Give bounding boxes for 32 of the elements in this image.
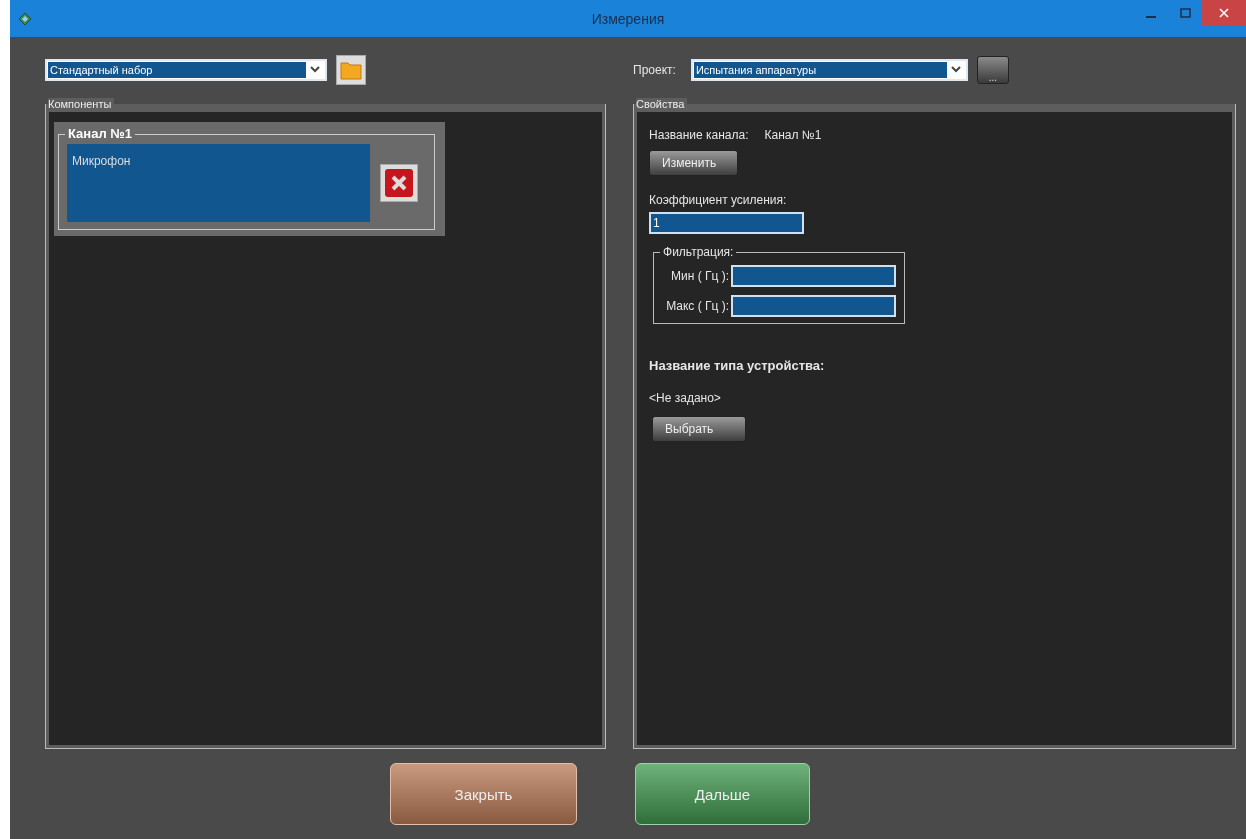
next-button[interactable]: Дальше: [635, 763, 810, 825]
gain-label: Коэффициент усиления:: [649, 193, 787, 207]
delete-button[interactable]: [380, 164, 418, 202]
component-item[interactable]: Микрофон: [67, 144, 370, 222]
maximize-icon: [1179, 8, 1191, 18]
close-button[interactable]: Закрыть: [390, 763, 577, 825]
minimize-icon: [1146, 16, 1156, 18]
channel-title: Канал №1: [65, 126, 135, 141]
project-label: Проект:: [633, 63, 676, 77]
min-input[interactable]: [731, 265, 897, 287]
browse-button[interactable]: ...: [976, 56, 1009, 84]
preset-dropdown[interactable]: Стандартный набор: [45, 59, 327, 81]
window-title: Измерения: [591, 10, 665, 27]
project-dropdown[interactable]: Испытания аппаратуры: [690, 59, 968, 81]
close-window-button[interactable]: [1202, 0, 1246, 26]
min-label: Мин ( Гц ):: [671, 269, 730, 283]
gain-input[interactable]: 1: [649, 212, 805, 234]
max-label: Макс ( Гц ):: [666, 299, 730, 313]
app-icon: [18, 11, 32, 26]
filter-title: Фильтрация:: [660, 245, 737, 259]
select-button[interactable]: Выбрать: [652, 416, 747, 442]
channel-name-value: Канал №1: [764, 128, 822, 142]
panel-title: Компоненты: [48, 98, 115, 110]
folder-icon: [340, 60, 362, 80]
device-type-value: <Не задано>: [649, 391, 721, 405]
max-input[interactable]: [731, 295, 897, 317]
close-icon: [1219, 8, 1229, 18]
device-type-label: Название типа устройства:: [649, 358, 825, 373]
change-button[interactable]: Изменить: [649, 150, 739, 176]
panel-title: Свойства: [636, 98, 688, 110]
delete-icon: [384, 168, 414, 198]
channel-name-label: Название канала:: [649, 128, 749, 142]
